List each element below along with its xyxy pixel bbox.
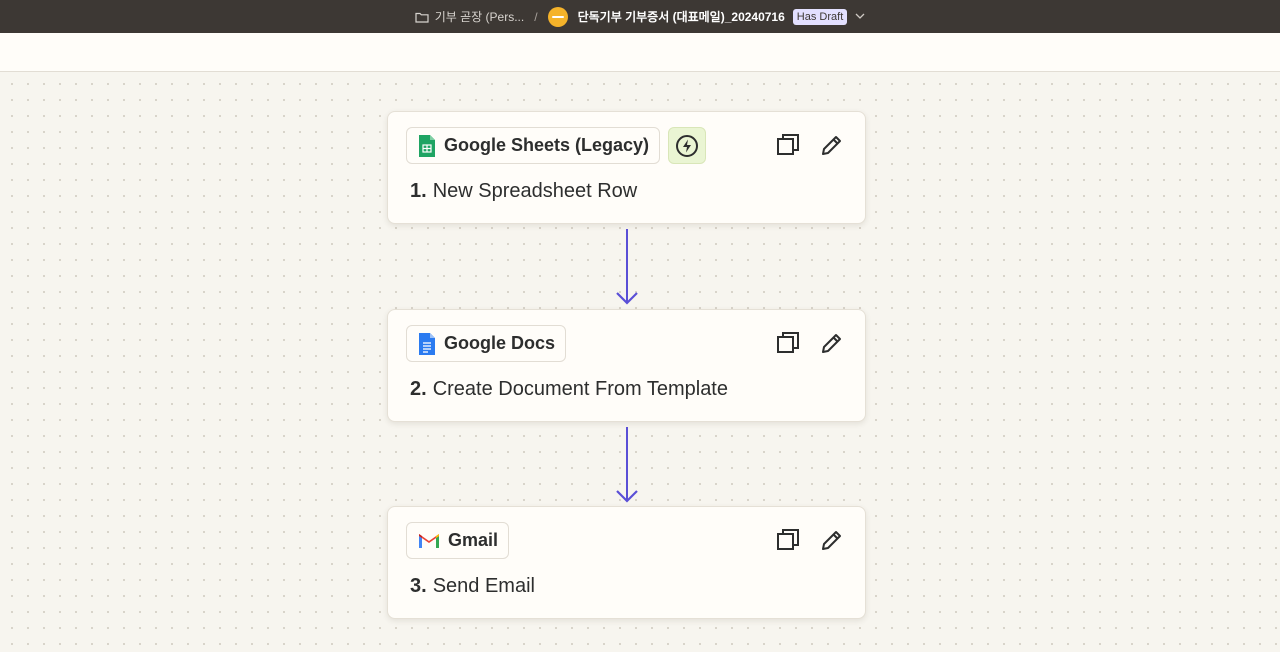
app-name: Google Docs xyxy=(444,333,556,353)
step-title: 2. Create Document From Template xyxy=(410,378,728,401)
step-card-3[interactable]: Gmail 3. Send Email xyxy=(387,506,866,619)
step-title-text: New Spreadsheet Row xyxy=(432,180,638,202)
edit-button[interactable] xyxy=(819,132,845,158)
draft-badge: Has Draft xyxy=(792,8,848,25)
folder-label: 기부 곧장 (Pers... xyxy=(434,10,525,24)
google-docs-icon xyxy=(419,332,435,355)
copy-icon xyxy=(777,332,799,353)
step-title-text: Create Document From Template xyxy=(432,378,728,400)
step-number: 2. xyxy=(410,378,427,400)
copy-icon xyxy=(777,134,799,155)
duplicate-button[interactable] xyxy=(775,527,801,553)
chevron-down-icon[interactable] xyxy=(855,11,865,22)
step-title: 3. Send Email xyxy=(410,575,535,598)
google-sheets-icon xyxy=(419,134,435,157)
zap-status-icon xyxy=(547,6,568,27)
app-pill[interactable]: Gmail xyxy=(406,522,510,559)
breadcrumb-folder[interactable]: 기부 곧장 (Pers... xyxy=(415,8,525,25)
top-bar: 기부 곧장 (Pers... / 단독기부 기부증서 (대표메일)_202407… xyxy=(0,0,1280,33)
zap-title[interactable]: 단독기부 기부증서 (대표메일)_20240716 xyxy=(578,8,785,25)
edit-button[interactable] xyxy=(819,330,845,356)
edit-button[interactable] xyxy=(819,527,845,553)
step-card-1[interactable]: Google Sheets (Legacy) 1. New Spreadsheet… xyxy=(387,111,866,224)
app-name: Gmail xyxy=(448,530,499,550)
toolbar-area xyxy=(0,33,1280,72)
copy-icon xyxy=(777,529,799,550)
pencil-icon xyxy=(822,136,841,155)
duplicate-button[interactable] xyxy=(775,132,801,158)
step-number: 3. xyxy=(410,575,427,597)
app-pill[interactable]: Google Docs xyxy=(406,325,567,362)
step-card-2[interactable]: Google Docs 2. Create Document From Templ… xyxy=(387,309,866,422)
gmail-icon xyxy=(419,533,439,548)
duplicate-button[interactable] xyxy=(775,330,801,356)
connector-arrow xyxy=(616,229,638,305)
app-pill[interactable]: Google Sheets (Legacy) xyxy=(406,127,661,164)
pencil-icon xyxy=(822,334,841,353)
app-name: Google Sheets (Legacy) xyxy=(444,135,650,155)
trigger-badge[interactable] xyxy=(668,127,707,164)
connector-arrow xyxy=(616,427,638,503)
step-title-text: Send Email xyxy=(432,575,535,597)
folder-icon xyxy=(415,12,429,23)
lightning-icon xyxy=(676,134,699,157)
breadcrumb-separator: / xyxy=(534,9,538,24)
step-title: 1. New Spreadsheet Row xyxy=(410,180,637,203)
pencil-icon xyxy=(822,531,841,550)
step-number: 1. xyxy=(410,180,427,202)
